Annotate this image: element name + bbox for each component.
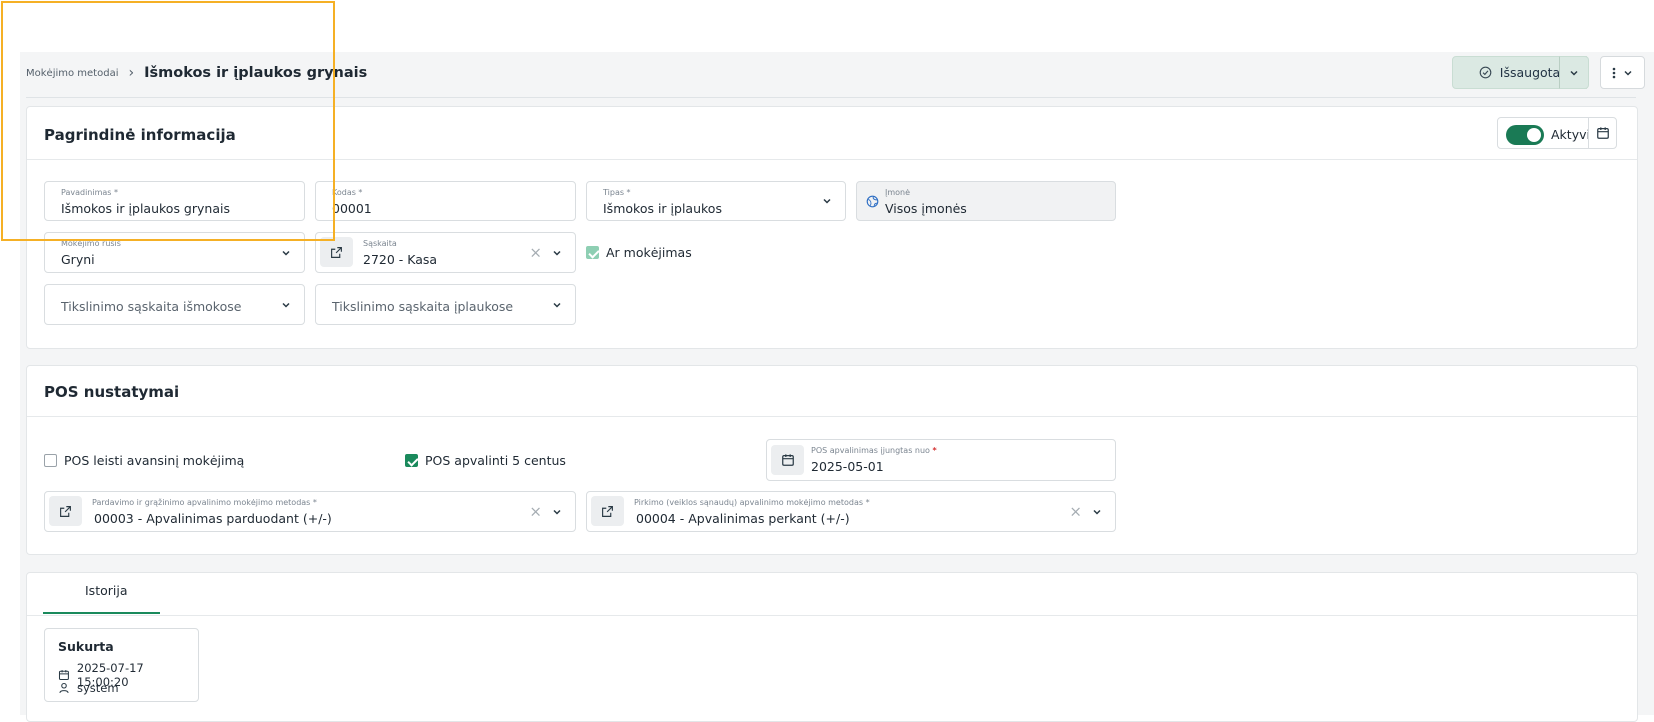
pos-title: POS nustatymai [44, 383, 180, 401]
tab-history[interactable]: Istorija [43, 574, 160, 614]
sale-method-label: Pardavimo ir grąžinimo apvalinimo mokėji… [92, 498, 317, 507]
user-icon [59, 682, 69, 694]
round-5-label: POS apvalinti 5 centus [425, 453, 566, 468]
allow-advance-checkbox[interactable] [44, 454, 57, 467]
history-card [26, 572, 1638, 722]
refine-payouts-select[interactable]: Tikslinimo sąskaita išmokose [44, 284, 305, 325]
is-payment-label: Ar mokėjimas [606, 245, 692, 260]
allow-advance-label: POS leisti avansinį mokėjimą [64, 453, 245, 468]
main-info-title: Pagrindinė informacija [44, 126, 236, 144]
card-divider [27, 615, 1637, 616]
round-5-checkbox[interactable] [405, 454, 418, 467]
history-entry-title: Sukurta [58, 639, 114, 654]
sale-rounding-method-select[interactable]: Pardavimo ir grąžinimo apvalinimo mokėji… [44, 491, 576, 532]
chevron-down-icon [553, 509, 561, 515]
purchase-method-value: 00004 - Apvalinimas perkant (+/-) [636, 511, 850, 526]
active-toggle[interactable] [1506, 125, 1544, 145]
active-toggle-label: Aktyvi [1551, 127, 1590, 142]
purchase-rounding-method-select[interactable]: Pirkimo (veiklos sąnaudų) apvalinimo mok… [586, 491, 1116, 532]
chevron-down-icon [282, 302, 290, 308]
company-field[interactable]: Įmonė Visos įmonės [856, 181, 1116, 221]
clear-icon[interactable]: × [1069, 504, 1082, 519]
breadcrumb: Mokėjimo metodai › Išmokos ir įplaukos g… [26, 63, 367, 83]
allow-advance-checkbox-row[interactable]: POS leisti avansinį mokėjimą [44, 453, 244, 468]
type-select[interactable]: Tipas * Išmokos ir įplaukos [586, 181, 846, 221]
name-label: Pavadinimas * [61, 188, 119, 197]
rounding-from-label: POS apvalinimas įjungtas nuo * [811, 446, 937, 455]
company-label: Įmonė [885, 188, 911, 197]
company-value: Visos įmonės [885, 201, 967, 216]
payment-kind-label: Mokėjimo rūšis [61, 239, 121, 248]
account-select[interactable]: Sąskaita 2720 - Kasa × [315, 232, 576, 273]
card-divider [27, 416, 1637, 417]
breadcrumb-parent-link[interactable]: Mokėjimo metodai [26, 68, 118, 79]
round-5-checkbox-row[interactable]: POS apvalinti 5 centus [405, 453, 566, 468]
is-payment-checkbox-row[interactable]: Ar mokėjimas [586, 245, 692, 260]
calendar-icon [58, 670, 69, 680]
date-picker-button[interactable] [771, 445, 804, 475]
sale-method-value: 00003 - Apvalinimas parduodant (+/-) [94, 511, 332, 526]
chevron-down-icon [553, 250, 561, 256]
refine-receipts-select[interactable]: Tikslinimo sąskaita įplaukose [315, 284, 576, 325]
chevron-down-icon [1570, 70, 1578, 76]
external-link-icon [602, 505, 613, 517]
open-sale-method-link[interactable] [49, 496, 82, 526]
history-entry-user: system [77, 681, 119, 695]
rounding-from-date-field[interactable]: POS apvalinimas įjungtas nuo * 2025-05-0… [766, 439, 1116, 481]
page-title: Išmokos ir įplaukos grynais [144, 65, 368, 81]
header-divider [26, 97, 1636, 98]
purchase-method-label: Pirkimo (veiklos sąnaudų) apvalinimo mok… [634, 498, 870, 507]
account-label: Sąskaita [363, 239, 397, 248]
chevron-down-icon [282, 250, 290, 256]
history-entry-user-row: system [58, 681, 119, 695]
external-link-icon [331, 246, 342, 258]
type-label: Tipas * [603, 188, 631, 197]
account-value: 2720 - Kasa [363, 252, 438, 267]
is-payment-checkbox[interactable] [586, 246, 599, 259]
tab-history-label: Istorija [85, 583, 128, 598]
code-field[interactable]: Kodas * 00001 [315, 181, 576, 221]
chevron-down-icon [1093, 509, 1101, 515]
clear-icon[interactable]: × [529, 245, 542, 260]
more-vertical-icon [1612, 67, 1615, 78]
code-label: Kodas * [332, 188, 363, 197]
clear-icon[interactable]: × [529, 504, 542, 519]
payment-kind-value: Gryni [61, 252, 95, 267]
code-value: 00001 [332, 201, 372, 216]
save-options-dropdown[interactable] [1559, 56, 1589, 89]
open-account-link[interactable] [320, 237, 353, 267]
chevron-down-icon [823, 198, 831, 204]
saved-button-label: Išsaugota [1499, 65, 1561, 80]
open-purchase-method-link[interactable] [591, 496, 624, 526]
check-circle-icon [1479, 66, 1492, 79]
refine-receipts-placeholder: Tikslinimo sąskaita įplaukose [332, 299, 514, 314]
chevron-down-icon [1623, 70, 1632, 76]
refine-payouts-placeholder: Tikslinimo sąskaita išmokose [61, 299, 242, 314]
history-entry-card: Sukurta 2025-07-17 15:00:20 system [44, 628, 199, 702]
chevron-right-icon: › [128, 65, 135, 81]
name-field[interactable]: Pavadinimas * Išmokos ir įplaukos grynai… [44, 181, 305, 221]
globe-icon [866, 195, 879, 208]
payment-kind-select[interactable]: Mokėjimo rūšis Gryni [44, 232, 305, 273]
chevron-down-icon [553, 302, 561, 308]
calendar-icon [781, 454, 794, 466]
external-link-icon [60, 505, 71, 517]
name-value: Išmokos ir įplaukos grynais [61, 201, 230, 216]
type-value: Išmokos ir įplaukos [603, 201, 722, 216]
calendar-icon[interactable] [1596, 126, 1610, 140]
rounding-from-value: 2025-05-01 [811, 459, 884, 474]
more-actions-button[interactable] [1600, 56, 1645, 89]
active-toggle-group: Aktyvi [1497, 117, 1617, 149]
card-divider [27, 159, 1637, 160]
